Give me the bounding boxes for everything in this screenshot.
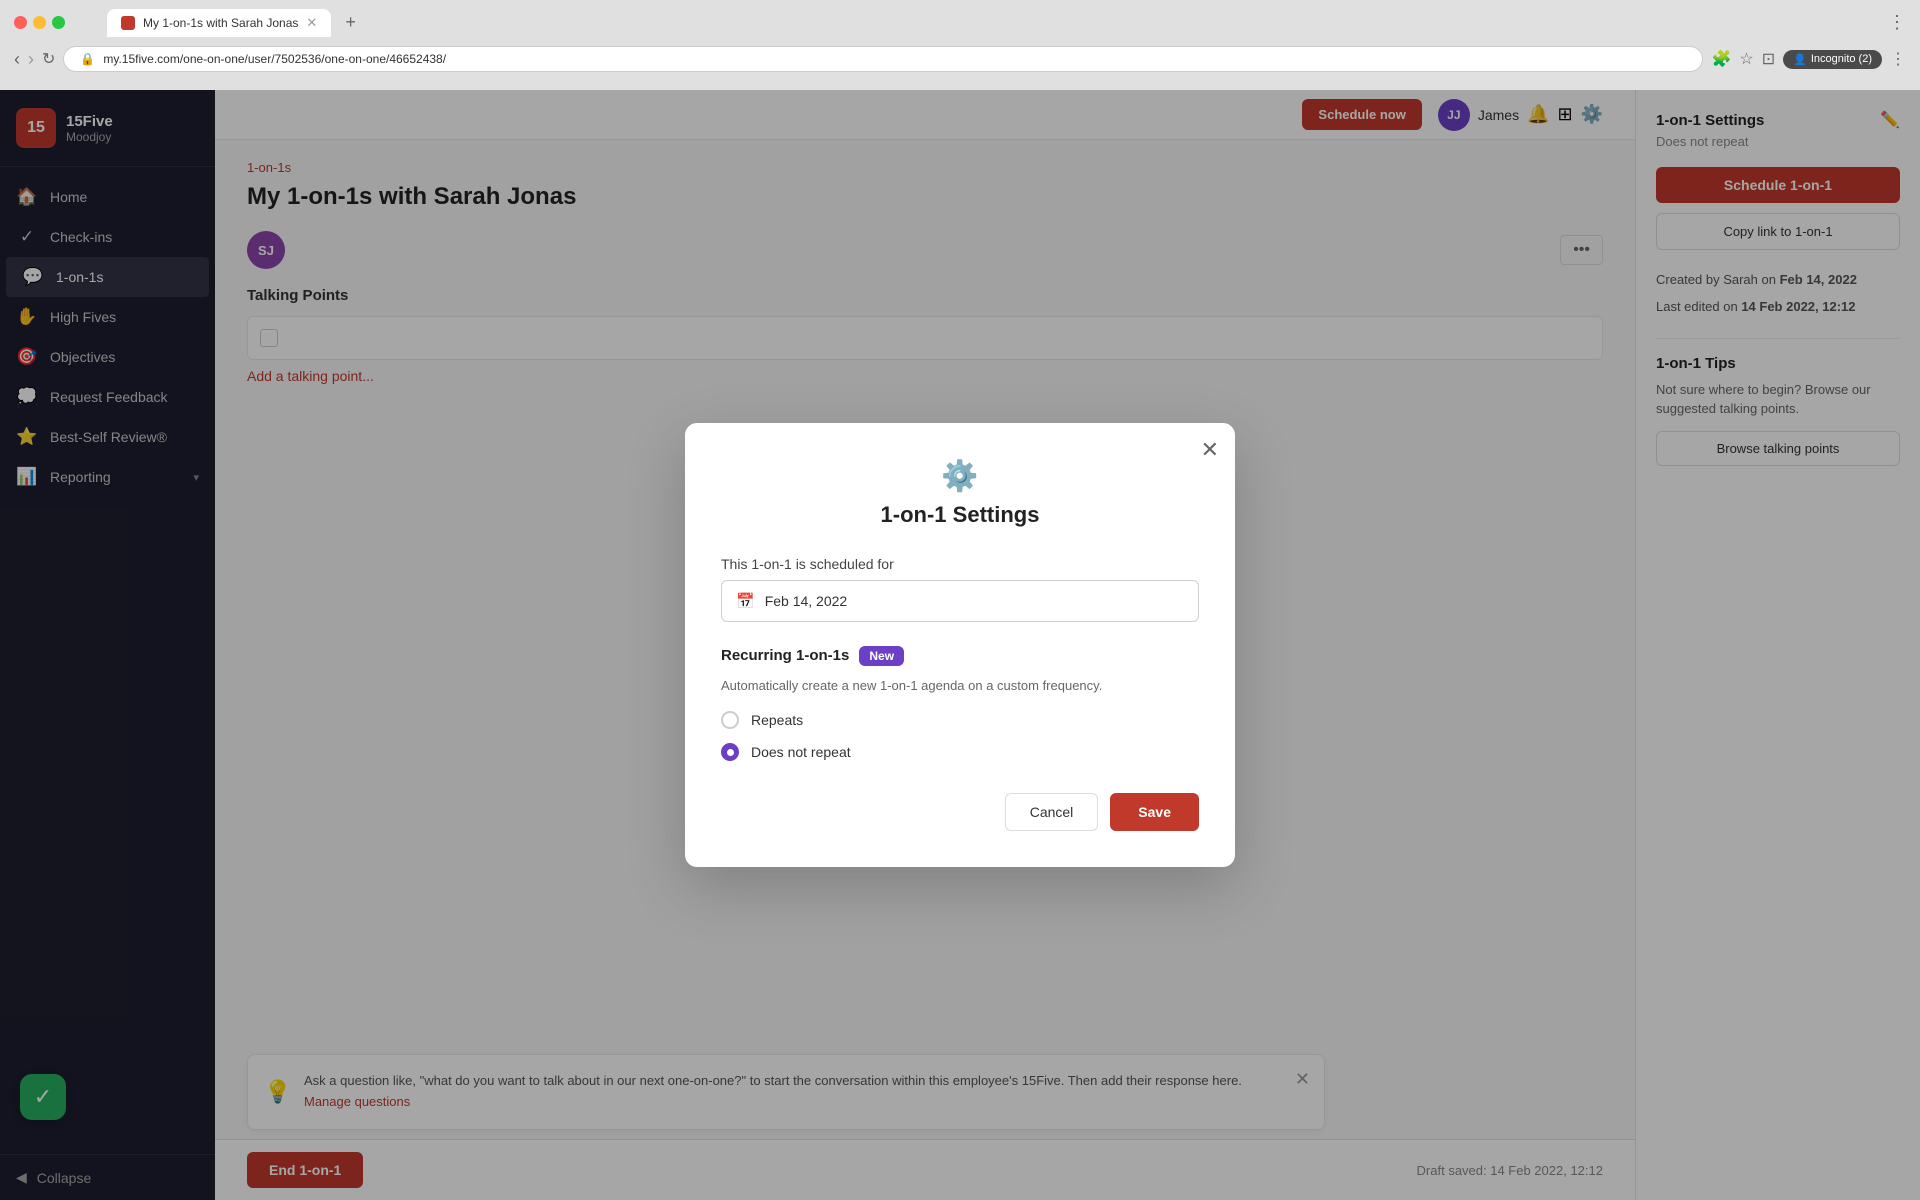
modal-actions: Cancel Save bbox=[721, 793, 1199, 831]
close-tab-icon[interactable]: ✕ bbox=[306, 15, 317, 31]
address-bar-row: ‹ › ↻ 🔒 my.15five.com/one-on-one/user/75… bbox=[0, 37, 1920, 81]
modal-settings-icon: ⚙️ bbox=[721, 459, 1199, 494]
modal-overlay: ✕ ⚙️ 1-on-1 Settings This 1-on-1 is sche… bbox=[0, 90, 1920, 1200]
refresh-button[interactable]: ↻ bbox=[42, 49, 55, 69]
forward-button[interactable]: › bbox=[28, 49, 34, 70]
incognito-badge[interactable]: 👤Incognito (2) bbox=[1783, 50, 1882, 69]
radio-does-not-repeat[interactable]: Does not repeat bbox=[721, 743, 1199, 761]
extensions-icon[interactable]: 🧩 bbox=[1711, 49, 1731, 69]
recurring-desc: Automatically create a new 1-on-1 agenda… bbox=[721, 676, 1199, 696]
split-view-icon[interactable]: ⊡ bbox=[1762, 49, 1775, 69]
radio-circle-repeats[interactable] bbox=[721, 711, 739, 729]
radio-repeats[interactable]: Repeats bbox=[721, 711, 1199, 729]
lock-icon: 🔒 bbox=[80, 52, 95, 66]
modal-title: 1-on-1 Settings bbox=[721, 502, 1199, 528]
traffic-red[interactable] bbox=[14, 16, 27, 29]
traffic-green[interactable] bbox=[52, 16, 65, 29]
menu-icon[interactable]: ⋮ bbox=[1890, 49, 1906, 69]
calendar-icon: 📅 bbox=[736, 592, 755, 610]
radio-circle-does-not-repeat[interactable] bbox=[721, 743, 739, 761]
back-button[interactable]: ‹ bbox=[14, 49, 20, 70]
tab-title: My 1-on-1s with Sarah Jonas bbox=[143, 16, 298, 30]
scheduled-label: This 1-on-1 is scheduled for bbox=[721, 556, 1199, 572]
date-input-field[interactable]: 📅 Feb 14, 2022 bbox=[721, 580, 1199, 622]
radio-group: Repeats Does not repeat bbox=[721, 711, 1199, 761]
cancel-button[interactable]: Cancel bbox=[1005, 793, 1099, 831]
modal: ✕ ⚙️ 1-on-1 Settings This 1-on-1 is sche… bbox=[685, 423, 1235, 868]
new-badge: New bbox=[859, 646, 904, 666]
url-text: my.15five.com/one-on-one/user/7502536/on… bbox=[103, 52, 446, 66]
incognito-label: Incognito (2) bbox=[1811, 53, 1872, 65]
recurring-row: Recurring 1-on-1s New bbox=[721, 646, 1199, 666]
new-tab-button[interactable]: + bbox=[337, 8, 364, 37]
traffic-yellow[interactable] bbox=[33, 16, 46, 29]
modal-close-button[interactable]: ✕ bbox=[1201, 437, 1219, 463]
save-button[interactable]: Save bbox=[1110, 793, 1199, 831]
browser-tab[interactable]: My 1-on-1s with Sarah Jonas ✕ bbox=[107, 9, 331, 37]
browser-chrome: My 1-on-1s with Sarah Jonas ✕ + ⋮ ‹ › ↻ … bbox=[0, 0, 1920, 90]
recurring-title: Recurring 1-on-1s bbox=[721, 647, 849, 664]
bookmark-icon[interactable]: ☆ bbox=[1739, 49, 1753, 69]
date-value: Feb 14, 2022 bbox=[765, 593, 848, 609]
window-controls: ⋮ bbox=[1888, 12, 1906, 33]
address-bar[interactable]: 🔒 my.15five.com/one-on-one/user/7502536/… bbox=[63, 46, 1703, 72]
tab-favicon bbox=[121, 16, 135, 30]
